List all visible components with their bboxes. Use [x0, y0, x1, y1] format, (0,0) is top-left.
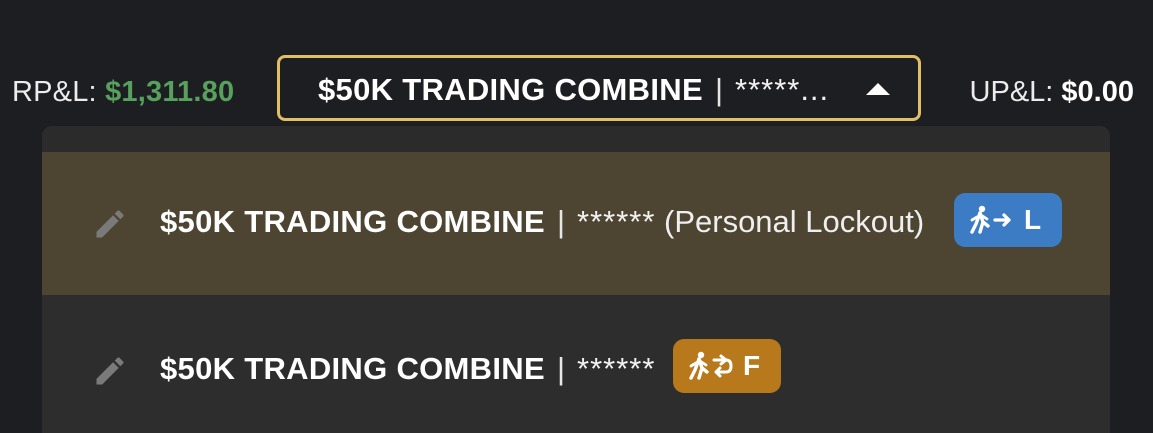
pencil-icon[interactable]: [92, 353, 128, 389]
account-bar: RP&L: $1,311.80 $50K TRADING COMBINE | ***…: [0, 0, 1153, 433]
account-option-number: ******: [577, 351, 656, 386]
pencil-icon[interactable]: [92, 206, 128, 242]
realized-pnl-label: RP&L:: [12, 76, 106, 108]
unrealized-pnl-label: UP&L:: [969, 76, 1062, 108]
funded-badge: F: [673, 339, 781, 393]
account-option-status: (Personal Lockout): [655, 204, 925, 239]
realized-pnl-value: $1,311.80: [105, 76, 235, 108]
account-dropdown: $50K TRADING COMBINE | ****** (Personal Lo…: [42, 126, 1110, 433]
badge-letter: L: [1024, 204, 1042, 235]
selected-account-number: *****...: [735, 72, 830, 107]
separator: |: [714, 72, 723, 107]
badge-letter: F: [743, 350, 761, 381]
account-selector-text: $50K TRADING COMBINE | *****...: [318, 71, 829, 109]
unrealized-pnl: UP&L: $0.00: [970, 74, 1134, 110]
caret-up-icon[interactable]: [866, 83, 890, 95]
unrealized-pnl-value: $0.00: [1061, 76, 1134, 108]
lockout-badge: L: [954, 193, 1062, 247]
walk-loop-icon: [689, 351, 733, 380]
account-option-name: $50K TRADING COMBINE: [160, 351, 545, 386]
walk-exit-icon: [970, 205, 1011, 234]
account-selector[interactable]: $50K TRADING COMBINE | *****...: [277, 55, 921, 121]
account-option-label: $50K TRADING COMBINE | ******: [160, 349, 655, 389]
realized-pnl: RP&L: $1,311.80: [12, 74, 234, 110]
selected-account-name: $50K TRADING COMBINE: [318, 72, 703, 107]
separator: |: [556, 351, 565, 386]
account-option[interactable]: $50K TRADING COMBINE | ****** F: [42, 295, 1110, 433]
account-option-number: ******: [577, 204, 656, 239]
account-option-name: $50K TRADING COMBINE: [160, 204, 545, 239]
account-option[interactable]: $50K TRADING COMBINE | ****** (Personal Lo…: [42, 152, 1110, 295]
account-option-label: $50K TRADING COMBINE | ****** (Personal Lo…: [160, 202, 924, 242]
dropdown-top-padding: [42, 126, 1110, 152]
separator: |: [556, 204, 565, 239]
